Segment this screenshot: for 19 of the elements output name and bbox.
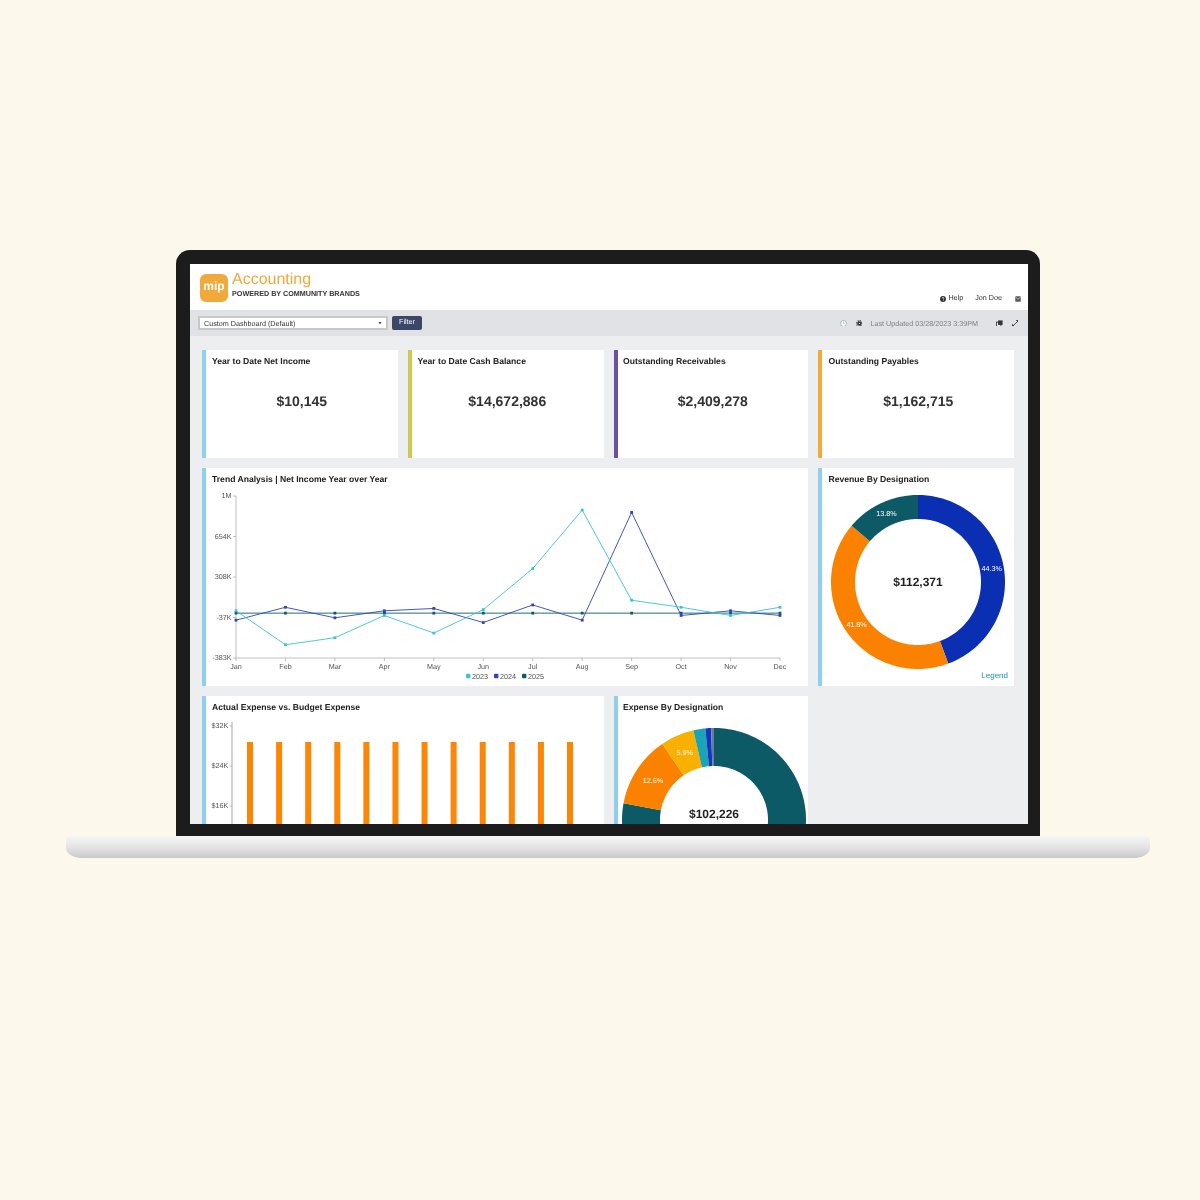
copy-icon[interactable]: [996, 319, 1003, 327]
bar: [276, 742, 283, 824]
bar: [450, 742, 457, 824]
bar: [421, 742, 428, 824]
y-axis: [229, 721, 233, 824]
bar: [567, 742, 573, 824]
app-name: Accounting: [232, 272, 312, 288]
bar: [392, 742, 399, 824]
bar: [305, 742, 312, 824]
expand-icon[interactable]: [1011, 319, 1018, 327]
settings-icon[interactable]: [855, 319, 863, 327]
bar: [508, 742, 515, 824]
bar: [247, 742, 253, 824]
mail-icon[interactable]: [1014, 296, 1022, 302]
bar: [479, 742, 486, 824]
bar: [363, 742, 370, 824]
bar: [334, 742, 341, 824]
bar: [537, 742, 544, 824]
help-icon: [940, 295, 947, 301]
